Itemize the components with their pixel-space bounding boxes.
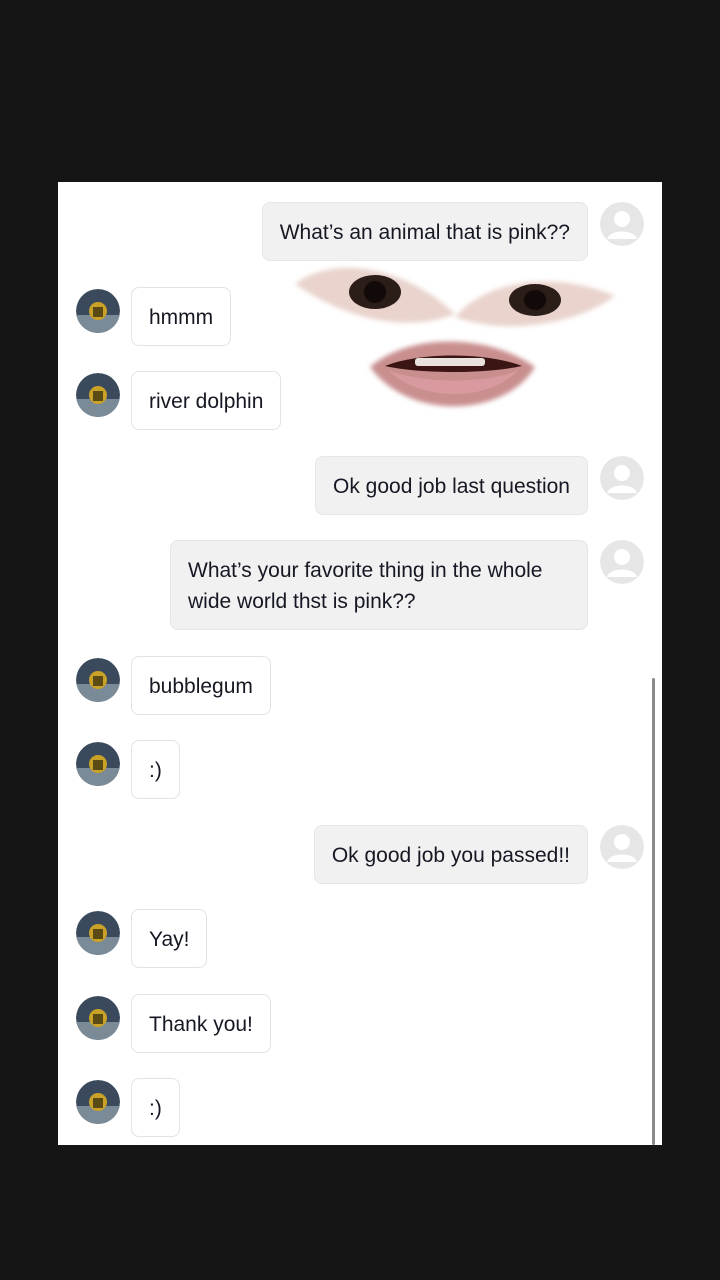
profile-photo-icon[interactable] [76, 911, 120, 955]
default-user-icon[interactable] [600, 825, 644, 869]
default-user-icon[interactable] [600, 202, 644, 246]
message-bubble-incoming[interactable]: hmmm [131, 287, 232, 346]
message-bubble-incoming[interactable]: Thank you! [131, 994, 271, 1053]
profile-photo-icon[interactable] [76, 996, 120, 1040]
profile-photo-icon[interactable] [76, 289, 120, 333]
face-sticker [295, 267, 615, 407]
message-bubble-incoming[interactable]: Yay! [131, 909, 208, 968]
message-bubble-outgoing[interactable]: Ok good job last question [315, 456, 588, 515]
message-bubble-incoming[interactable]: :) [131, 1078, 180, 1137]
default-user-icon[interactable] [600, 456, 644, 500]
message-bubble-outgoing[interactable]: What’s your favorite thing in the whole … [170, 540, 588, 630]
message-bubble-outgoing[interactable]: What’s an animal that is pink?? [261, 202, 588, 261]
profile-photo-icon[interactable] [76, 742, 120, 786]
profile-photo-icon[interactable] [76, 658, 120, 702]
profile-photo-icon[interactable] [76, 1080, 120, 1124]
message-bubble-incoming[interactable]: bubblegum [131, 656, 271, 715]
message-bubble-outgoing[interactable]: Ok good job you passed!! [313, 825, 588, 884]
default-user-icon[interactable] [600, 540, 644, 584]
scrollbar[interactable] [652, 678, 655, 1145]
message-bubble-incoming[interactable]: river dolphin [131, 371, 282, 430]
message-bubble-incoming[interactable]: :) [131, 740, 180, 799]
profile-photo-icon[interactable] [76, 373, 120, 417]
chat-panel: What’s an animal that is pink?? hmmm riv… [58, 182, 662, 1145]
